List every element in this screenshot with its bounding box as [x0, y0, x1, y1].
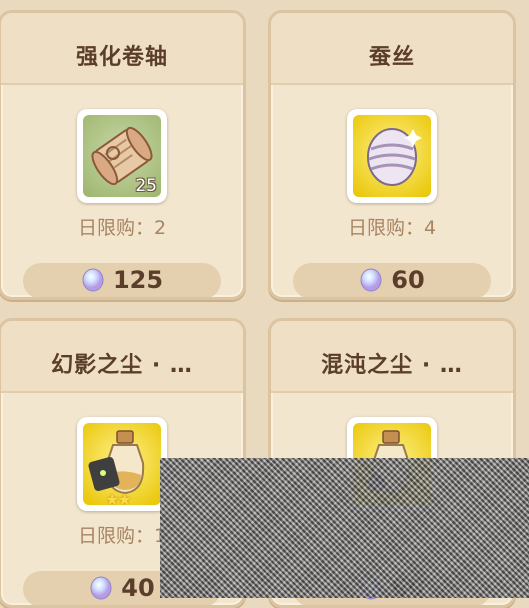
crystal-gem-icon: [360, 268, 382, 292]
rarity-stars: ★★: [105, 490, 132, 505]
item-slot[interactable]: [347, 109, 437, 203]
item-slot[interactable]: 25: [77, 109, 167, 203]
item-count: 25: [135, 176, 157, 196]
price-button[interactable]: 60: [293, 263, 491, 297]
daily-limit: 日限购：4: [347, 217, 437, 239]
shop-item-card[interactable]: 强化卷轴 25 日限购：2 125: [0, 10, 246, 300]
item-frame: 25: [83, 115, 161, 197]
price-button[interactable]: 125: [23, 263, 221, 297]
price: 125: [23, 266, 221, 294]
item-frame: ★★: [83, 423, 161, 505]
crystal-gem-icon: [82, 268, 104, 292]
daily-limit: 日限购：2: [77, 217, 167, 239]
crystal-gem-icon: [90, 576, 112, 600]
price-value: 125: [112, 266, 164, 294]
shop-item-card[interactable]: 蚕丝 日限购：4 60: [268, 10, 516, 300]
noise-overlay: [160, 458, 529, 598]
item-frame: [353, 115, 431, 197]
silk-cocoon-icon: [367, 128, 422, 186]
item-title: 强化卷轴: [75, 45, 168, 70]
item-title: 混沌之尘 · …: [321, 353, 463, 378]
item-title: 蚕丝: [368, 45, 415, 70]
price-value: 60: [391, 266, 425, 294]
price: 60: [293, 266, 491, 294]
item-title: 幻影之尘 · …: [51, 353, 193, 378]
item-slot[interactable]: ★★: [77, 417, 167, 511]
